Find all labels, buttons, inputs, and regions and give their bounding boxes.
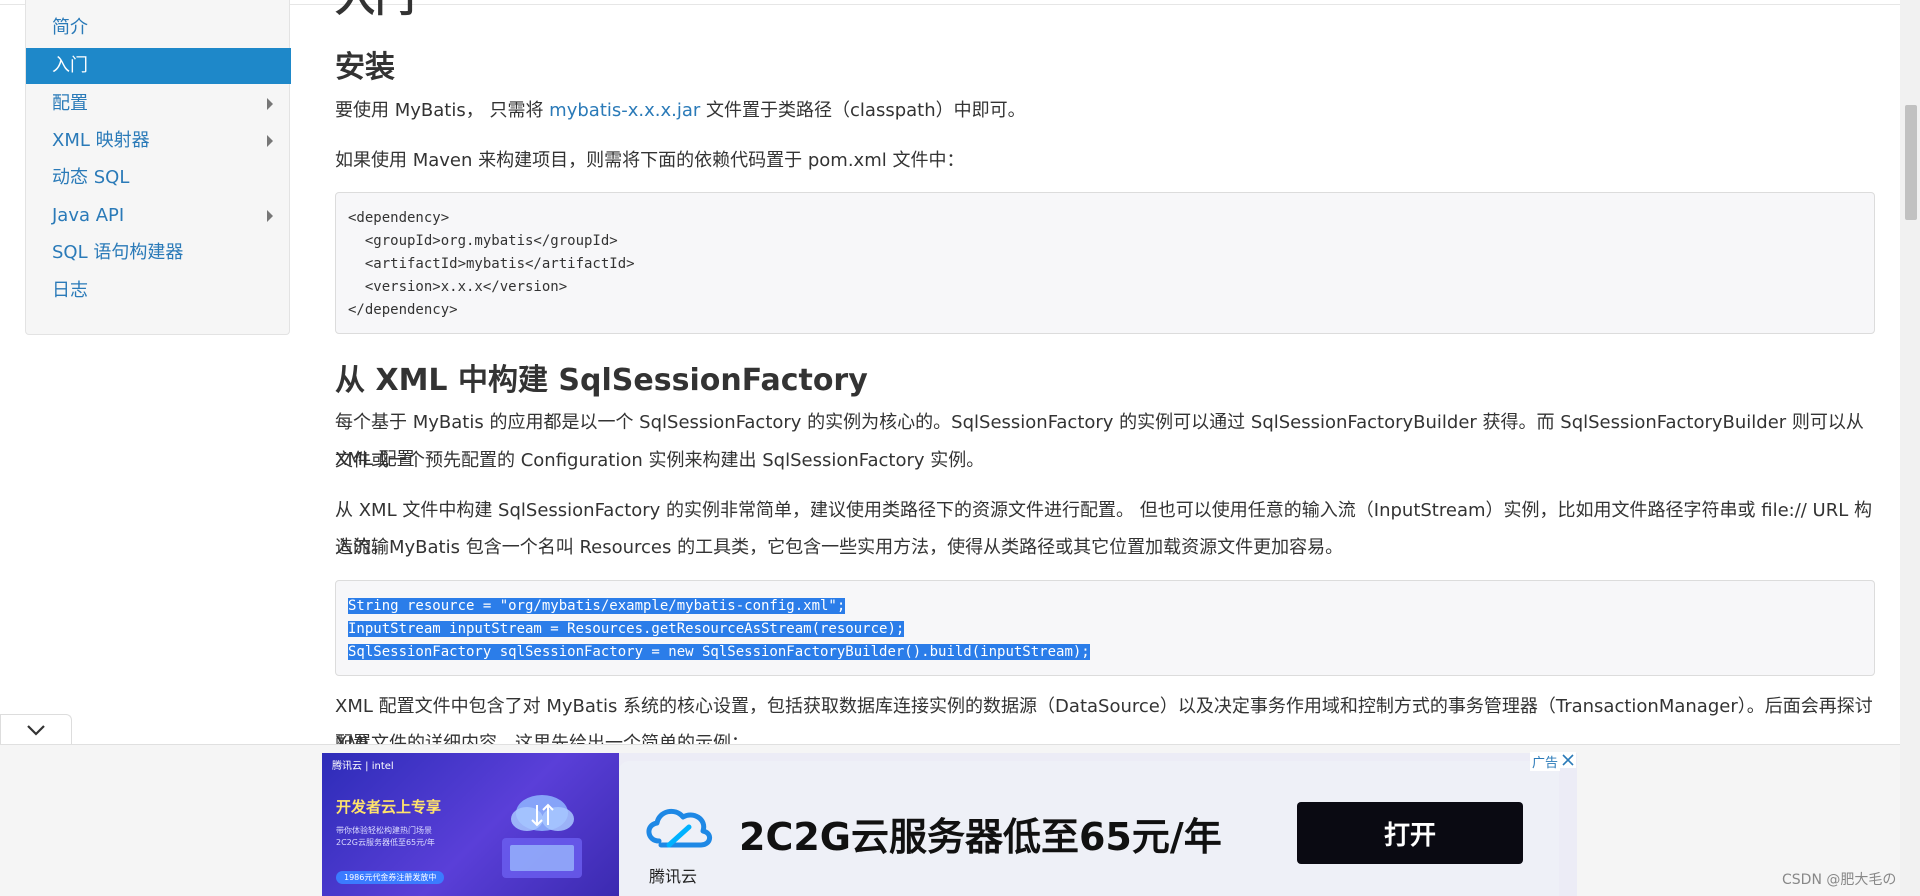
page-title: 入门 <box>335 0 415 18</box>
ad-left-title: 开发者云上专享 <box>336 798 442 816</box>
csdn-watermark: CSDN @肥大毛の <box>1782 872 1897 888</box>
ad-right-panel: 腾讯云 2C2G云服务器低至65元/年 打开 <box>619 753 1577 896</box>
selected-code-text: SqlSessionFactory sqlSessionFactory = ne… <box>348 644 1090 660</box>
sidebar-item-logging[interactable]: 日志 <box>26 273 291 309</box>
ad-left-subtitle-2: 2C2G云服务器低至65元/年 <box>336 838 435 847</box>
install-paragraph-2: 如果使用 Maven 来构建项目，则需将下面的依赖代码置于 pom.xml 文件… <box>335 150 965 171</box>
ad-headline: 2C2G云服务器低至65元/年 <box>739 815 1222 859</box>
sidebar-item-sql-builder[interactable]: SQL 语句构建器 <box>26 235 291 271</box>
sidebar-item-xml-mapper[interactable]: XML 映射器 <box>26 123 291 159</box>
install-text-before: 要使用 MyBatis， 只需将 <box>335 100 550 121</box>
selected-code-text: String resource = "org/mybatis/example/m… <box>348 598 846 614</box>
sidebar-item-label: 简介 <box>52 17 88 38</box>
sidebar-nav: 简介 入门 配置 XML 映射器 动态 SQL Java API SQL 语句构… <box>25 0 291 335</box>
selected-code-text: InputStream inputStream = Resources.getR… <box>348 621 905 637</box>
sidebar-item-label: SQL 语句构建器 <box>52 242 184 263</box>
ad-banner-bar: 腾讯云 | intel 开发者云上专享 带你体验轻松构建热门场景 2C2G云服务… <box>0 744 1900 896</box>
ad-logo-text: 腾讯云 <box>649 867 698 886</box>
ad-left-panel: 腾讯云 | intel 开发者云上专享 带你体验轻松构建热门场景 2C2G云服务… <box>322 753 619 896</box>
ad-left-subtitle-1: 带你体验轻松构建热门场景 <box>336 826 432 835</box>
close-icon <box>1562 754 1574 766</box>
ad-left-tag: 1986元代金券注册发放中 <box>336 871 445 884</box>
sidebar-item-label: 入门 <box>52 55 88 76</box>
install-paragraph-1: 要使用 MyBatis， 只需将 mybatis-x.x.x.jar 文件置于类… <box>335 92 1875 129</box>
page-scrollbar[interactable] <box>1900 0 1920 896</box>
code-line: String resource = "org/mybatis/example/m… <box>348 595 1862 618</box>
sidebar-item-dynamic-sql[interactable]: 动态 SQL <box>26 160 291 196</box>
sidebar-item-label: Java API <box>52 205 125 226</box>
ad-content: 腾讯云 2C2G云服务器低至65元/年 打开 <box>619 761 1559 896</box>
code-line: <version>x.x.x</version> <box>348 279 568 295</box>
code-line: </dependency> <box>348 302 458 318</box>
ad-brand-text: 腾讯云 | intel <box>332 761 394 772</box>
ad-label: 广告 <box>1530 752 1561 771</box>
xml-paragraph-2-line-2: 入流。MyBatis 包含一个名叫 Resources 的工具类，它包含一些实用… <box>335 537 1344 558</box>
code-line: <dependency> <box>348 210 450 226</box>
sidebar-item-label: 配置 <box>52 93 88 114</box>
collapse-ad-button[interactable] <box>0 714 72 744</box>
chevron-right-icon[interactable] <box>263 198 277 234</box>
page: 简介 入门 配置 XML 映射器 动态 SQL Java API SQL 语句构… <box>0 0 1920 896</box>
xml-build-heading: 从 XML 中构建 SqlSessionFactory <box>335 363 868 398</box>
xml-paragraph-1-line-2: 文件或一个预先配置的 Configuration 实例来构建出 SqlSessi… <box>335 450 985 471</box>
install-heading: 安装 <box>335 50 395 85</box>
chevron-down-icon <box>27 724 45 736</box>
chevron-right-icon[interactable] <box>263 86 277 122</box>
java-code-block[interactable]: String resource = "org/mybatis/example/m… <box>335 580 1875 676</box>
sidebar-item-getting-started[interactable]: 入门 <box>26 48 291 84</box>
maven-code-block[interactable]: <dependency> <groupId>org.mybatis</group… <box>335 192 1875 334</box>
code-line: <groupId>org.mybatis</groupId> <box>348 233 618 249</box>
code-line: InputStream inputStream = Resources.getR… <box>348 618 1862 641</box>
mybatis-jar-link[interactable]: mybatis-x.x.x.jar <box>549 100 700 121</box>
sidebar-item-label: 日志 <box>52 280 88 301</box>
sidebar-item-java-api[interactable]: Java API <box>26 198 291 234</box>
sidebar-item-intro[interactable]: 简介 <box>26 10 291 46</box>
ad-banner[interactable]: 腾讯云 | intel 开发者云上专享 带你体验轻松构建热门场景 2C2G云服务… <box>322 753 1577 896</box>
sidebar-item-configuration[interactable]: 配置 <box>26 86 291 122</box>
code-line: SqlSessionFactory sqlSessionFactory = ne… <box>348 641 1862 664</box>
tencent-cloud-logo-icon <box>646 808 712 848</box>
code-line: <artifactId>mybatis</artifactId> <box>348 256 635 272</box>
install-text-after: 文件置于类路径（classpath）中即可。 <box>700 100 1026 121</box>
ad-close-button[interactable] <box>1560 752 1576 768</box>
sidebar-item-label: XML 映射器 <box>52 130 150 151</box>
cloud-server-illustration-icon <box>502 795 582 878</box>
ad-open-button[interactable]: 打开 <box>1297 802 1523 864</box>
sidebar-item-label: 动态 SQL <box>52 167 130 188</box>
scroll-thumb[interactable] <box>1905 105 1917 220</box>
chevron-right-icon[interactable] <box>263 123 277 159</box>
